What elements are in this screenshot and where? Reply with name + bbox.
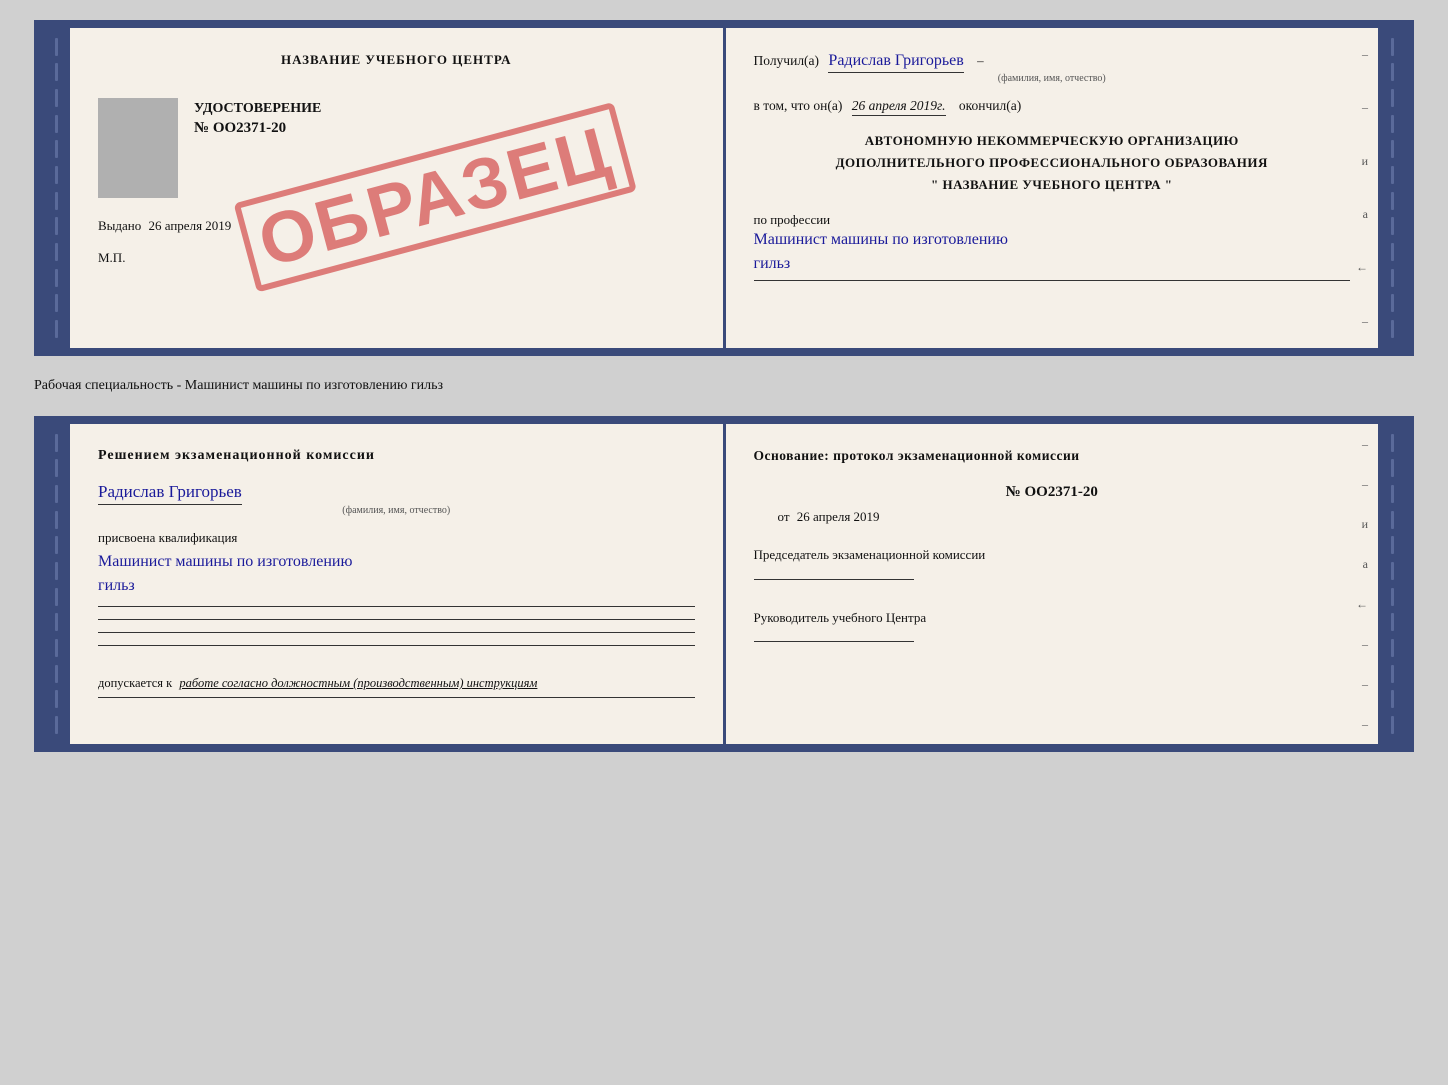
mp-line: М.П. [98, 250, 695, 266]
vtom-line: в том, что он(а) 26 апреля 2019г. окончи… [754, 98, 1351, 116]
mark-arrow: ← [1356, 260, 1368, 275]
ot-date-line: от 26 апреля 2019 [754, 509, 1351, 525]
separator-label: Рабочая специальность - Машинист машины … [34, 374, 1414, 398]
top-doc-right: Получил(а) Радислав Григорьев – (фамилия… [726, 28, 1379, 348]
completion-date: 26 апреля 2019г. [852, 98, 946, 116]
cert-block: УДОСТОВЕРЕНИЕ № OO2371-20 [98, 98, 695, 198]
ot-date: 26 апреля 2019 [797, 509, 880, 524]
org-quote2: " [1165, 177, 1173, 192]
prisvoena-line: присвоена квалификация [98, 530, 695, 546]
predsedatel-block: Председатель экзаменационной комиссии [754, 545, 1351, 580]
bmark-5: – [1362, 717, 1368, 732]
rukovoditel-title: Руководитель учебного Центра [754, 608, 1351, 628]
blank-line1 [98, 619, 695, 620]
top-left-title: НАЗВАНИЕ УЧЕБНОГО ЦЕНТРА [98, 52, 695, 68]
dopusk-underline [98, 697, 695, 698]
mark-2: – [1362, 100, 1368, 115]
bmark-1: – [1362, 437, 1368, 452]
mark-3: – [1362, 314, 1368, 329]
mark-i: и [1362, 154, 1368, 169]
bmark-a: а [1363, 557, 1368, 572]
spine-left [42, 28, 70, 348]
dopuskaetsya-text: работе согласно должностным (производств… [179, 676, 537, 690]
kvalifc-underline [98, 606, 695, 607]
spine-left-bottom [42, 424, 70, 744]
poluchil-label: Получил(а) [754, 53, 820, 68]
bottom-person-block: Радислав Григорьев (фамилия, имя, отчест… [98, 482, 695, 516]
bottom-doc-left: Решением экзаменационной комиссии Радисл… [70, 424, 726, 744]
bottom-doc-right: Основание: протокол экзаменационной коми… [726, 424, 1379, 744]
top-doc-left: НАЗВАНИЕ УЧЕБНОГО ЦЕНТРА ОБРАЗЕЦ УДОСТОВ… [70, 28, 726, 348]
photo-placeholder [98, 98, 178, 198]
person-name-top: Радислав Григорьев [828, 52, 963, 73]
bottom-document: Решением экзаменационной комиссии Радисл… [34, 416, 1414, 752]
ot-label: от [778, 509, 790, 524]
kvalifc-line2: гильз [98, 577, 135, 594]
right-edge-marks: – – и а ← – [1356, 28, 1368, 348]
kvalifc-name: Машинист машины по изготовлению гильз [98, 550, 695, 598]
bottom-person-name: Радислав Григорьев [98, 482, 242, 505]
prof-name: Машинист машины по изготовлению гильз [754, 228, 1351, 276]
bmark-i: и [1362, 517, 1368, 532]
prof-line2: гильз [754, 255, 791, 272]
famiya-hint-top: (фамилия, имя, отчество) [754, 73, 1351, 84]
rukovoditel-block: Руководитель учебного Центра [754, 608, 1351, 643]
top-document: НАЗВАНИЕ УЧЕБНОГО ЦЕНТРА ОБРАЗЕЦ УДОСТОВ… [34, 20, 1414, 356]
right-edge-marks-bottom: – – и а ← – – – [1356, 424, 1368, 744]
poluchil-line: Получил(а) Радислав Григорьев – (фамилия… [754, 52, 1351, 84]
blank-line2 [98, 632, 695, 633]
osnovanie-title: Основание: протокол экзаменационной коми… [754, 448, 1351, 464]
prof-label: по профессии [754, 212, 1351, 228]
prof-line1: Машинист машины по изготовлению [754, 231, 1008, 248]
bmark-arrow: ← [1356, 597, 1368, 612]
org-line1: АВТОНОМНУЮ НЕКОММЕРЧЕСКУЮ ОРГАНИЗАЦИЮ [754, 130, 1351, 152]
vydano-line: Выдано 26 апреля 2019 [98, 218, 695, 234]
spine-right-bottom [1378, 424, 1406, 744]
bmark-2: – [1362, 477, 1368, 492]
rukovoditel-sign-line [754, 641, 914, 642]
dopuskaetsya-line: допускается к работе согласно должностны… [98, 676, 695, 691]
cert-text-block: УДОСТОВЕРЕНИЕ № OO2371-20 [194, 98, 321, 137]
vydano-label: Выдано [98, 218, 141, 233]
org-name: НАЗВАНИЕ УЧЕБНОГО ЦЕНТРА [942, 177, 1161, 192]
kvalifc-line1: Машинист машины по изготовлению [98, 553, 352, 570]
dash-top: – [977, 53, 984, 68]
dopuskaetsya-label: допускается к [98, 676, 172, 690]
bmark-4: – [1362, 677, 1368, 692]
mark-a: а [1363, 207, 1368, 222]
resheniem-title: Решением экзаменационной комиссии [98, 448, 695, 464]
famiya-hint-bottom: (фамилия, имя, отчество) [98, 505, 695, 516]
predsedatel-title: Председатель экзаменационной комиссии [754, 545, 1351, 565]
spine-right [1378, 28, 1406, 348]
org-line2: ДОПОЛНИТЕЛЬНОГО ПРОФЕССИОНАЛЬНОГО ОБРАЗО… [754, 152, 1351, 174]
vydano-date: 26 апреля 2019 [149, 218, 232, 233]
org-name-line: " НАЗВАНИЕ УЧЕБНОГО ЦЕНТРА " [754, 174, 1351, 196]
org-quote1: " [931, 177, 939, 192]
protocol-number: № OO2371-20 [754, 484, 1351, 501]
prof-block: по профессии Машинист машины по изготовл… [754, 212, 1351, 281]
org-block: АВТОНОМНУЮ НЕКОММЕРЧЕСКУЮ ОРГАНИЗАЦИЮ ДО… [754, 130, 1351, 196]
cert-label: УДОСТОВЕРЕНИЕ [194, 98, 321, 120]
mark-1: – [1362, 47, 1368, 62]
vtom-label: в том, что он(а) [754, 98, 843, 113]
cert-number: № OO2371-20 [194, 120, 321, 137]
predsedatel-sign-line [754, 579, 914, 580]
okonchil-label: окончил(а) [959, 98, 1021, 113]
blank-line3 [98, 645, 695, 646]
bmark-3: – [1362, 637, 1368, 652]
